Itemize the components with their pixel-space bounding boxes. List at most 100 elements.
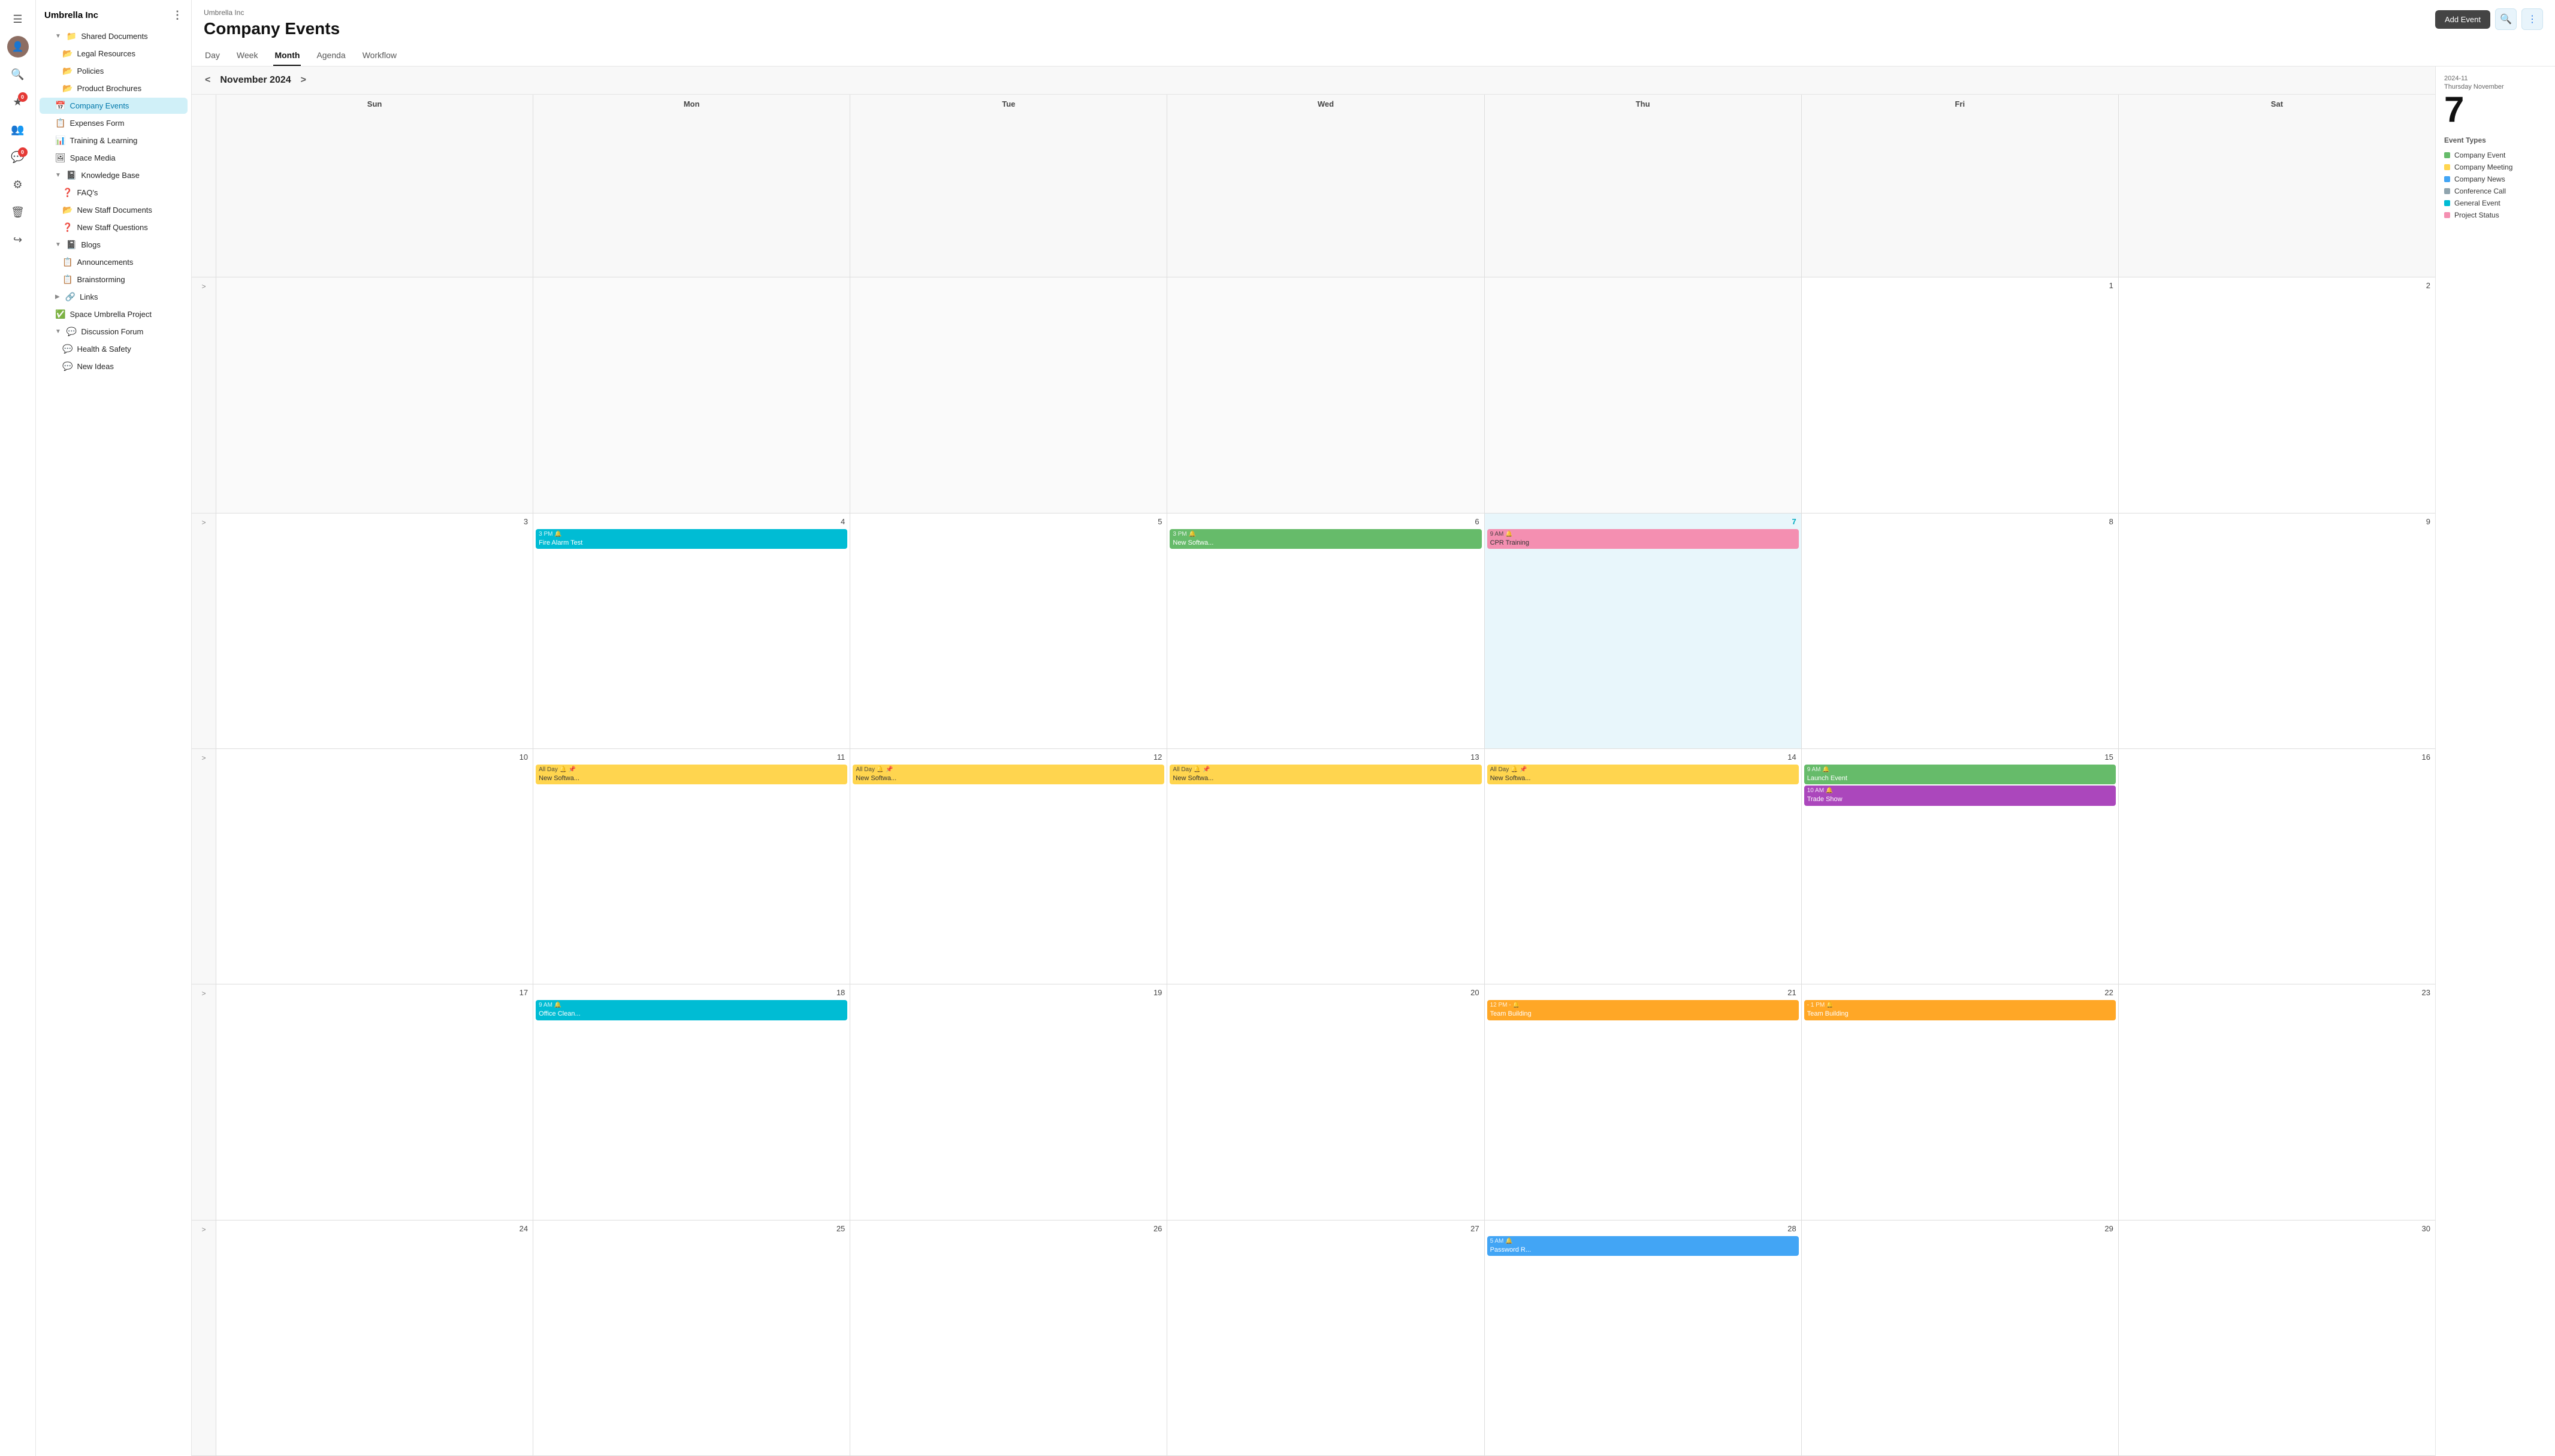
sidebar-item-new-staff-questions[interactable]: ❓ New Staff Questions — [40, 219, 188, 235]
cal-cell-nov5[interactable]: 5 — [850, 513, 1167, 749]
sidebar-more-button[interactable]: ⋮ — [172, 10, 183, 20]
sidebar-item-discussion-forum[interactable]: ▼ 💬 Discussion Forum — [40, 324, 188, 340]
event-new-software-6[interactable]: 3 PM 🔔 New Softwa... — [1170, 529, 1481, 549]
event-allday-12[interactable]: All Day 🔔 📌 New Softwa... — [853, 765, 1164, 784]
cal-cell-nov25[interactable]: 25 — [533, 1221, 850, 1456]
cal-cell-nov1[interactable]: 1 — [1801, 277, 2118, 513]
sidebar-item-company-events[interactable]: 📅 Company Events — [40, 98, 188, 114]
search-toolbar-button[interactable]: 🔍 — [2495, 8, 2517, 30]
people-button[interactable]: 👥 — [6, 117, 30, 141]
cal-cell[interactable] — [1484, 277, 1801, 513]
cal-cell-nov15[interactable]: 15 9 AM 🔔 Launch Event 10 AM 🔔 Trade Sho… — [1801, 749, 2118, 984]
favorites-button[interactable]: ★ 0 — [6, 90, 30, 114]
search-button[interactable]: 🔍 — [6, 62, 30, 86]
prev-month-button[interactable]: < — [201, 74, 214, 87]
row-indicator[interactable]: > — [192, 1221, 216, 1456]
sidebar-item-knowledge-base[interactable]: ▼ 📓 Knowledge Base — [40, 167, 188, 183]
cal-cell-nov9[interactable]: 9 — [2118, 513, 2435, 749]
sidebar-item-links[interactable]: ▶ 🔗 Links — [40, 289, 188, 305]
event-allday-14[interactable]: All Day 🔔 📌 New Softwa... — [1487, 765, 1799, 784]
next-month-button[interactable]: > — [297, 74, 310, 87]
sidebar-item-brainstorming[interactable]: 📋 Brainstorming — [40, 271, 188, 288]
cal-cell-nov20[interactable]: 20 — [1167, 984, 1484, 1220]
cal-cell[interactable] — [1167, 277, 1484, 513]
sidebar-label: New Staff Questions — [77, 223, 147, 232]
event-office-clean[interactable]: 9 AM 🔔 Office Clean... — [536, 1000, 847, 1020]
event-allday-11[interactable]: All Day 🔔 📌 New Softwa... — [536, 765, 847, 784]
add-event-button[interactable]: Add Event — [2435, 10, 2490, 29]
messages-button[interactable]: 💬 0 — [6, 145, 30, 169]
cal-cell-nov16[interactable]: 16 — [2118, 749, 2435, 984]
cal-cell[interactable] — [850, 277, 1167, 513]
row-indicator[interactable]: > — [192, 513, 216, 749]
cal-cell-nov29[interactable]: 29 — [1801, 1221, 2118, 1456]
event-trade-show[interactable]: 10 AM 🔔 Trade Show — [1804, 786, 2116, 805]
event-launch-event[interactable]: 9 AM 🔔 Launch Event — [1804, 765, 2116, 784]
cal-cell-nov23[interactable]: 23 — [2118, 984, 2435, 1220]
cal-cell-nov2[interactable]: 2 — [2118, 277, 2435, 513]
sidebar-item-shared-documents[interactable]: ▼ 📁 Shared Documents — [40, 28, 188, 44]
sidebar-item-space-media[interactable]: 🖼 Space Media — [40, 150, 188, 166]
logout-button[interactable]: ↪ — [6, 228, 30, 252]
sidebar-item-blogs[interactable]: ▼ 📓 Blogs — [40, 237, 188, 253]
cal-cell-nov28[interactable]: 28 5 AM 🔔 Password R... — [1484, 1221, 1801, 1456]
event-fire-alarm[interactable]: 3 PM 🔔 Fire Alarm Test — [536, 529, 847, 549]
cal-cell-nov18[interactable]: 18 9 AM 🔔 Office Clean... — [533, 984, 850, 1220]
row-indicator[interactable]: > — [192, 984, 216, 1220]
cal-cell-nov11[interactable]: 11 All Day 🔔 📌 New Softwa... — [533, 749, 850, 984]
row-indicator[interactable]: > — [192, 277, 216, 513]
cal-cell-nov21[interactable]: 21 12 PM - 🔔 Team Building — [1484, 984, 1801, 1220]
tab-month[interactable]: Month — [273, 46, 301, 66]
cal-cell[interactable] — [533, 277, 850, 513]
cal-cell-nov6[interactable]: 6 3 PM 🔔 New Softwa... — [1167, 513, 1484, 749]
tab-week[interactable]: Week — [235, 46, 259, 66]
cal-cell-nov8[interactable]: 8 — [1801, 513, 2118, 749]
cal-cell-nov13[interactable]: 13 All Day 🔔 📌 New Softwa... — [1167, 749, 1484, 984]
sidebar-item-policies[interactable]: 📂 Policies — [40, 63, 188, 79]
cal-cell-nov17[interactable]: 17 — [216, 984, 533, 1220]
trash-button[interactable]: 🗑 — [6, 200, 30, 224]
cal-cell-nov7[interactable]: 7 9 AM 🔔 CPR Training — [1484, 513, 1801, 749]
cal-cell-nov10[interactable]: 10 — [216, 749, 533, 984]
event-type-dot — [2444, 200, 2450, 206]
event-cpr-training[interactable]: 9 AM 🔔 CPR Training — [1487, 529, 1799, 549]
sidebar-item-new-ideas[interactable]: 💬 New Ideas — [40, 358, 188, 374]
cal-cell-nov4[interactable]: 4 3 PM 🔔 Fire Alarm Test — [533, 513, 850, 749]
event-type-label: Company Event — [2454, 151, 2505, 159]
sidebar-label: Legal Resources — [77, 49, 135, 58]
event-team-building-21[interactable]: 12 PM - 🔔 Team Building — [1487, 1000, 1799, 1020]
cal-cell-nov27[interactable]: 27 — [1167, 1221, 1484, 1456]
settings-button[interactable]: ⚙ — [6, 173, 30, 197]
sidebar-item-announcements[interactable]: 📋 Announcements — [40, 254, 188, 270]
announce-icon: 📋 — [62, 257, 73, 267]
sidebar-item-faqs[interactable]: ❓ FAQ's — [40, 185, 188, 201]
sidebar-item-new-staff-documents[interactable]: 📂 New Staff Documents — [40, 202, 188, 218]
row-indicator[interactable]: > — [192, 749, 216, 984]
sidebar-item-expenses-form[interactable]: 📋 Expenses Form — [40, 115, 188, 131]
sidebar-item-legal-resources[interactable]: 📂 Legal Resources — [40, 46, 188, 62]
event-type-dot — [2444, 188, 2450, 194]
tab-agenda[interactable]: Agenda — [315, 46, 346, 66]
cal-cell-nov19[interactable]: 19 — [850, 984, 1167, 1220]
sidebar-item-product-brochures[interactable]: 📂 Product Brochures — [40, 80, 188, 96]
cal-cell-nov26[interactable]: 26 — [850, 1221, 1167, 1456]
cal-cell-nov14[interactable]: 14 All Day 🔔 📌 New Softwa... — [1484, 749, 1801, 984]
chevron-icon: ▼ — [55, 328, 61, 335]
event-team-building-22[interactable]: - 1 PM 🔔 Team Building — [1804, 1000, 2116, 1020]
sidebar-item-training-learning[interactable]: 📊 Training & Learning — [40, 132, 188, 149]
avatar[interactable]: 👤 — [6, 35, 30, 59]
event-allday-13[interactable]: All Day 🔔 📌 New Softwa... — [1170, 765, 1481, 784]
tab-workflow[interactable]: Workflow — [361, 46, 398, 66]
cal-cell[interactable] — [216, 277, 533, 513]
event-password-reset[interactable]: 5 AM 🔔 Password R... — [1487, 1236, 1799, 1256]
cal-cell-nov30[interactable]: 30 — [2118, 1221, 2435, 1456]
cal-cell-nov22[interactable]: 22 - 1 PM 🔔 Team Building — [1801, 984, 2118, 1220]
cal-cell-nov24[interactable]: 24 — [216, 1221, 533, 1456]
cal-cell-nov3[interactable]: 3 — [216, 513, 533, 749]
tab-day[interactable]: Day — [204, 46, 221, 66]
menu-button[interactable]: ☰ — [6, 7, 30, 31]
more-toolbar-button[interactable]: ⋮ — [2521, 8, 2543, 30]
sidebar-item-health-safety[interactable]: 💬 Health & Safety — [40, 341, 188, 357]
sidebar-item-space-umbrella[interactable]: ✅ Space Umbrella Project — [40, 306, 188, 322]
cal-cell-nov12[interactable]: 12 All Day 🔔 📌 New Softwa... — [850, 749, 1167, 984]
